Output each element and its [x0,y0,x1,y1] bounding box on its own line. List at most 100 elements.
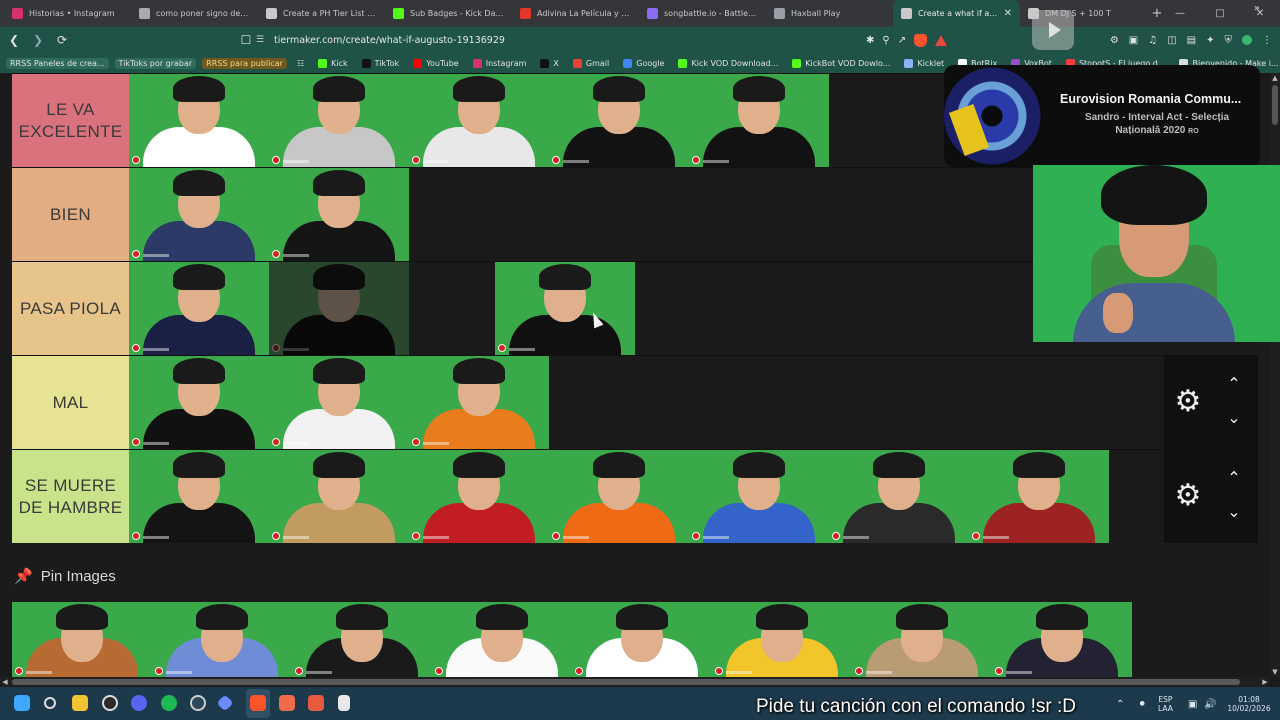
clock[interactable]: 01:08 10/02/2026 [1226,695,1272,713]
minimize-icon[interactable]: — [1160,0,1200,27]
tier-item-image[interactable] [969,450,1109,543]
tier-item-image[interactable] [269,356,409,449]
wallet-icon[interactable]: ▤ [1187,35,1196,46]
scroll-right-icon[interactable]: ▶ [1260,677,1270,687]
vertical-scrollbar[interactable]: ▲ ▼ [1270,73,1280,677]
bookmark-page-icon[interactable]: ☐ [236,30,256,50]
profile-icon[interactable] [1242,35,1252,45]
close-tab-icon[interactable]: ✕ [1004,8,1012,19]
bookmark-item[interactable]: Kick VOD Download... [674,58,782,69]
close-window-icon[interactable]: ✕ [1240,0,1280,27]
url-text[interactable]: tiermaker.com/create/what-if-augusto-191… [274,35,505,46]
tier-item-image[interactable] [129,450,269,543]
tab-7[interactable]: Create a what if augu ✕ [893,0,1020,27]
menu-icon[interactable]: ⋮ [1262,35,1272,46]
tier-cells[interactable] [129,168,409,261]
tier-item-image[interactable] [409,74,549,167]
scroll-down-icon[interactable]: ▼ [1270,667,1280,677]
horizontal-scrollbar[interactable]: ◀ ▶ [0,677,1270,687]
tier-item-image[interactable] [712,602,852,677]
tab-6[interactable]: Haxball Play [766,0,893,27]
tier-cells[interactable] [129,74,829,167]
start-icon[interactable] [14,695,30,711]
bookmark-item[interactable]: RRSS Paneles de crea... [6,57,109,69]
app-icon[interactable] [216,694,234,712]
brave-nightly-icon[interactable] [308,695,324,711]
tier-label[interactable]: BIEN [12,168,129,261]
move-down-icon[interactable]: ⌄ [1222,410,1246,426]
tier-cells[interactable] [129,356,549,449]
tier-item-image[interactable] [269,74,409,167]
tier-item-image[interactable] [129,74,269,167]
language-indicator[interactable]: ESP LAA [1158,695,1173,713]
bookmark-item[interactable]: Google [619,58,668,69]
hscroll-thumb[interactable] [12,679,1240,685]
tier-item-image[interactable] [572,602,712,677]
scroll-thumb[interactable] [1272,85,1278,125]
tier-cells[interactable] [129,450,1109,543]
brave-shields-icon[interactable] [914,33,928,47]
obs-icon[interactable] [102,695,118,711]
tier-item-image[interactable] [852,602,992,677]
tier-cells[interactable] [129,262,635,355]
bookmark-item[interactable]: TikTok [358,58,404,69]
tier-item-image[interactable] [495,262,635,355]
pin-images-heading[interactable]: 📌 Pin Images [14,567,116,586]
zoom-icon[interactable]: ⚲ [882,35,889,46]
music-icon[interactable]: ♫ [1148,35,1157,46]
brave-rewards-icon[interactable] [935,34,948,46]
microphone-icon[interactable]: ⚫ [1138,699,1146,710]
network-icon[interactable]: ▣ [1188,699,1197,710]
move-up-icon[interactable]: ⌃ [1222,470,1246,486]
tier-item-image[interactable] [409,356,549,449]
tier-item-image[interactable] [549,450,689,543]
tier-item-image[interactable] [992,602,1132,677]
steam-icon[interactable] [190,695,206,711]
search-icon[interactable] [44,697,56,709]
gear-icon[interactable]: ⚙ [1172,480,1204,512]
bookmark-item[interactable]: X [536,58,562,69]
bookmark-item[interactable]: Instagram [469,58,531,69]
screenshot-icon[interactable]: ▣ [1129,35,1138,46]
forward-icon[interactable]: ❯ [28,30,48,50]
tab-4[interactable]: Adivina La Película y Serie [512,0,639,27]
tier-label[interactable]: LE VA EXCELENTE [12,74,129,167]
bookmark-item[interactable]: YouTube [409,58,463,69]
tab-5[interactable]: songbattle.io - Battle Song [639,0,766,27]
file-explorer-icon[interactable] [72,695,88,711]
tab-0[interactable]: Historias • Instagram [4,0,131,27]
bookmarks-overflow-icon[interactable]: » [1254,3,1260,14]
tier-item-image[interactable] [409,450,549,543]
tab-2[interactable]: Create a PH Tier List - Tier [258,0,385,27]
tab-3[interactable]: Sub Badges - Kick Dashbo [385,0,512,27]
move-down-icon[interactable]: ⌄ [1222,504,1246,520]
vpn-icon[interactable]: ⛨ [1225,35,1233,46]
brave-beta-icon[interactable] [279,695,295,711]
bookmark-item[interactable]: KickBot VOD Dowlo... [788,58,894,69]
bookmark-item[interactable]: TikToks por grabar [114,57,197,69]
tier-item-image[interactable] [432,602,572,677]
tier-item-image[interactable] [829,450,969,543]
tier-item-image[interactable] [269,262,409,355]
tier-label[interactable]: SE MUERE DE HAMBRE [12,450,129,543]
tier-item-image[interactable] [152,602,292,677]
tier-item-image[interactable] [129,262,269,355]
share-icon[interactable]: ↗ [898,35,906,46]
reload-icon[interactable]: ⟳ [52,30,72,50]
tab-1[interactable]: como poner signo de excl [131,0,258,27]
discord-icon[interactable] [131,695,147,711]
extensions-icon[interactable]: ⚙ [1110,35,1119,46]
move-up-icon[interactable]: ⌃ [1222,376,1246,392]
scroll-up-icon[interactable]: ▲ [1270,73,1280,83]
tier-item-image[interactable] [129,356,269,449]
speaker-icon[interactable]: 🔊 [1204,699,1216,710]
tier-item-image[interactable] [689,450,829,543]
tier-item-image[interactable] [269,168,409,261]
gear-icon[interactable]: ⚙ [1172,386,1204,418]
tray-chevron-icon[interactable]: ⌃ [1116,699,1124,710]
brave-taskbar-icon[interactable] [250,695,266,711]
apps-grid-icon[interactable]: ☷ [293,58,308,69]
sidebar-icon[interactable]: ◫ [1167,35,1176,46]
tier-item-image[interactable] [269,450,409,543]
tier-item-image[interactable] [549,74,689,167]
